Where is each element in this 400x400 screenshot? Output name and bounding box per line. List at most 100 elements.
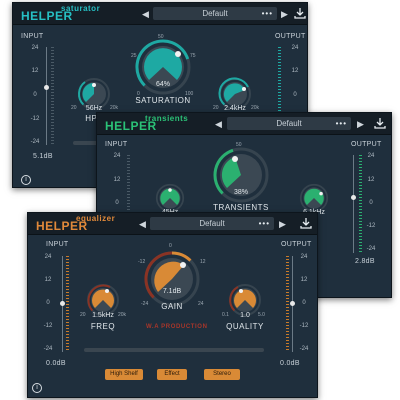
knob-tick: 12 [200, 259, 206, 265]
equalizer-subtitle: equalizer [76, 214, 116, 223]
output-value: 2.8dB [355, 258, 375, 265]
input-label: INPUT [46, 241, 69, 248]
input-value: 5.1dB [33, 153, 53, 160]
stereo-button[interactable]: Stereo [204, 369, 240, 380]
knob-tick: 75 [190, 53, 196, 59]
download-icon[interactable] [300, 217, 312, 229]
output-fader-track [353, 155, 354, 253]
output-fader-handle[interactable] [290, 301, 295, 306]
scale-tick: 12 [44, 277, 52, 283]
preset-menu-icon[interactable]: ••• [262, 7, 273, 20]
output-label: OUTPUT [351, 141, 382, 148]
equalizer-header: HELPER equalizer ◀ Default ••• ▶ [28, 213, 317, 235]
scale-tick: 12 [291, 68, 299, 74]
output-meter [359, 155, 362, 253]
scale-tick: 24 [300, 254, 308, 260]
scale-tick: -12 [30, 116, 40, 122]
high-shelf-button[interactable]: High Shelf [105, 369, 143, 380]
scale-tick: 0 [293, 92, 297, 98]
scale-tick: 12 [300, 277, 308, 283]
gain-label: GAIN [161, 302, 183, 311]
knob-tick: 50 [158, 34, 164, 40]
info-icon[interactable]: i [32, 383, 42, 393]
output-label: OUTPUT [281, 241, 312, 248]
scale-tick: -24 [43, 346, 53, 352]
next-arrow-icon[interactable]: ▶ [357, 119, 364, 130]
preset-selector[interactable]: Default ••• [227, 117, 351, 130]
info-icon[interactable]: i [21, 175, 31, 185]
knob-tick: 50 [236, 142, 242, 148]
input-meter [66, 256, 69, 352]
input-meter [51, 47, 54, 145]
output-label: OUTPUT [275, 33, 306, 40]
scale-tick: 0 [115, 200, 119, 206]
scale-tick: -12 [43, 323, 53, 329]
lpf-value: 2.4kHz [224, 105, 246, 112]
output-value: 0.0dB [280, 360, 300, 367]
scale-tick: 12 [367, 177, 375, 183]
saturation-label: SATURATION [135, 96, 191, 105]
output-fader-handle[interactable] [351, 195, 356, 200]
scale-tick: 0 [46, 300, 50, 306]
preset-menu-icon[interactable]: ••• [336, 117, 347, 130]
preset-label: Default [276, 119, 302, 128]
hpf-value: 56Hz [85, 105, 103, 112]
preset-menu-icon[interactable]: ••• [259, 217, 270, 230]
scale-tick: 0 [369, 200, 373, 206]
equalizer-logo: HELPER equalizer [36, 214, 115, 233]
prev-arrow-icon[interactable]: ◀ [139, 219, 146, 230]
scale-tick: 24 [291, 45, 299, 51]
gain-value: 7.1dB [162, 288, 182, 295]
scale-tick: 12 [31, 68, 39, 74]
preset-selector[interactable]: Default ••• [150, 217, 274, 230]
transients-subtitle: transients [145, 114, 189, 123]
production-stamp: W.A PRODUCTION [146, 324, 208, 330]
output-meter [286, 256, 289, 352]
quality-value: 1.0 [240, 312, 250, 319]
download-icon[interactable] [294, 7, 306, 19]
input-value: 0.0dB [46, 360, 66, 367]
prev-arrow-icon[interactable]: ◀ [142, 9, 149, 20]
preset-label: Default [202, 9, 228, 18]
saturator-header: HELPER saturator ◀ Default ••• ▶ [13, 3, 307, 25]
saturator-subtitle: saturator [61, 4, 101, 13]
scale-tick: 0 [302, 300, 306, 306]
scale-tick: -12 [299, 323, 309, 329]
input-fader-track [46, 47, 47, 145]
scale-tick: -24 [299, 346, 309, 352]
transients-label: TRANSIENTS [213, 203, 269, 212]
scale-tick: -12 [366, 223, 376, 229]
knob-tick: 0 [169, 243, 172, 249]
gain-knob[interactable] [144, 251, 200, 307]
scale-tick: 24 [367, 153, 375, 159]
knob-tick: -12 [138, 259, 146, 265]
equalizer-bar [84, 348, 264, 352]
prev-arrow-icon[interactable]: ◀ [215, 119, 222, 130]
quality-label: QUALITY [226, 322, 264, 331]
scale-tick: -24 [30, 139, 40, 145]
scale-tick: 24 [31, 45, 39, 51]
preset-selector[interactable]: Default ••• [153, 7, 277, 20]
scale-tick: 12 [113, 177, 121, 183]
input-fader-handle[interactable] [60, 301, 65, 306]
saturation-value: 64% [155, 81, 170, 88]
scale-tick: 24 [113, 153, 121, 159]
preset-label: Default [199, 219, 225, 228]
transients-header: HELPER transients ◀ Default ••• ▶ [97, 113, 391, 135]
saturator-logo: HELPER saturator [21, 4, 100, 23]
effect-button[interactable]: Effect [157, 369, 187, 380]
knob-tick: 25 [131, 53, 137, 59]
freq-value: 1.5kHz [92, 312, 114, 319]
output-meter [278, 47, 281, 117]
input-label: INPUT [21, 33, 44, 40]
equalizer-window: HELPER equalizer ◀ Default ••• ▶ INPUT O… [27, 212, 318, 398]
input-label: INPUT [105, 141, 128, 148]
transients-logo: HELPER transients [105, 114, 188, 133]
input-fader-handle[interactable] [44, 85, 49, 90]
freq-label: FREQ [90, 322, 116, 331]
scale-tick: 0 [33, 92, 37, 98]
next-arrow-icon[interactable]: ▶ [279, 219, 286, 230]
download-icon[interactable] [374, 117, 386, 129]
next-arrow-icon[interactable]: ▶ [281, 9, 288, 20]
scale-tick: 24 [44, 254, 52, 260]
